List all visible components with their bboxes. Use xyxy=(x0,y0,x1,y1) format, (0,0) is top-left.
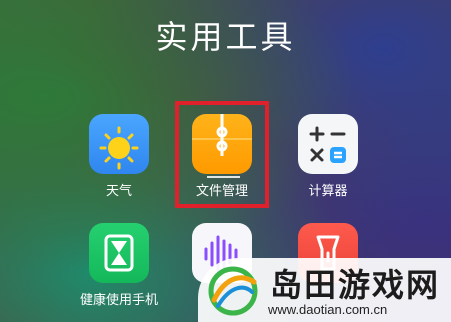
app-label: 计算器 xyxy=(308,184,348,199)
app-digital-health[interactable]: 健康使用手机 xyxy=(69,223,169,308)
folder-title: 实用工具 xyxy=(155,18,296,56)
highlight-box xyxy=(175,101,269,208)
watermark-logo-icon xyxy=(208,266,258,316)
weather-icon xyxy=(89,114,149,174)
app-weather[interactable]: 天气 xyxy=(69,114,169,199)
app-label: 健康使用手机 xyxy=(79,293,158,308)
watermark-url: www.daotian.com.cn xyxy=(268,302,388,317)
app-calculator[interactable]: 计算器 xyxy=(278,114,378,199)
calculator-icon xyxy=(298,114,358,174)
app-label: 天气 xyxy=(105,184,132,199)
hourglass-icon xyxy=(89,223,149,283)
watermark-name: 岛田游戏网 xyxy=(270,266,441,304)
